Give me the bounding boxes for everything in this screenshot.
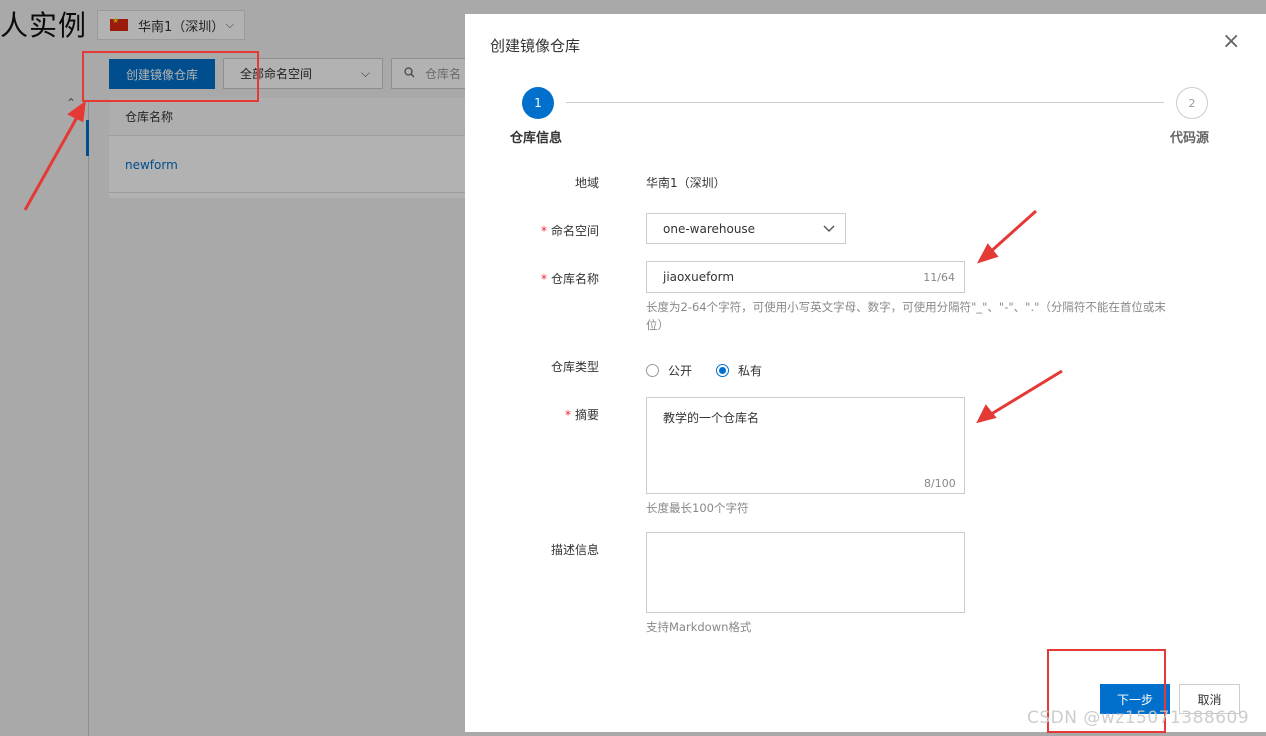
annotation-arrows xyxy=(23,100,1063,424)
watermark: CSDN @wz15071388609 xyxy=(1027,708,1250,728)
